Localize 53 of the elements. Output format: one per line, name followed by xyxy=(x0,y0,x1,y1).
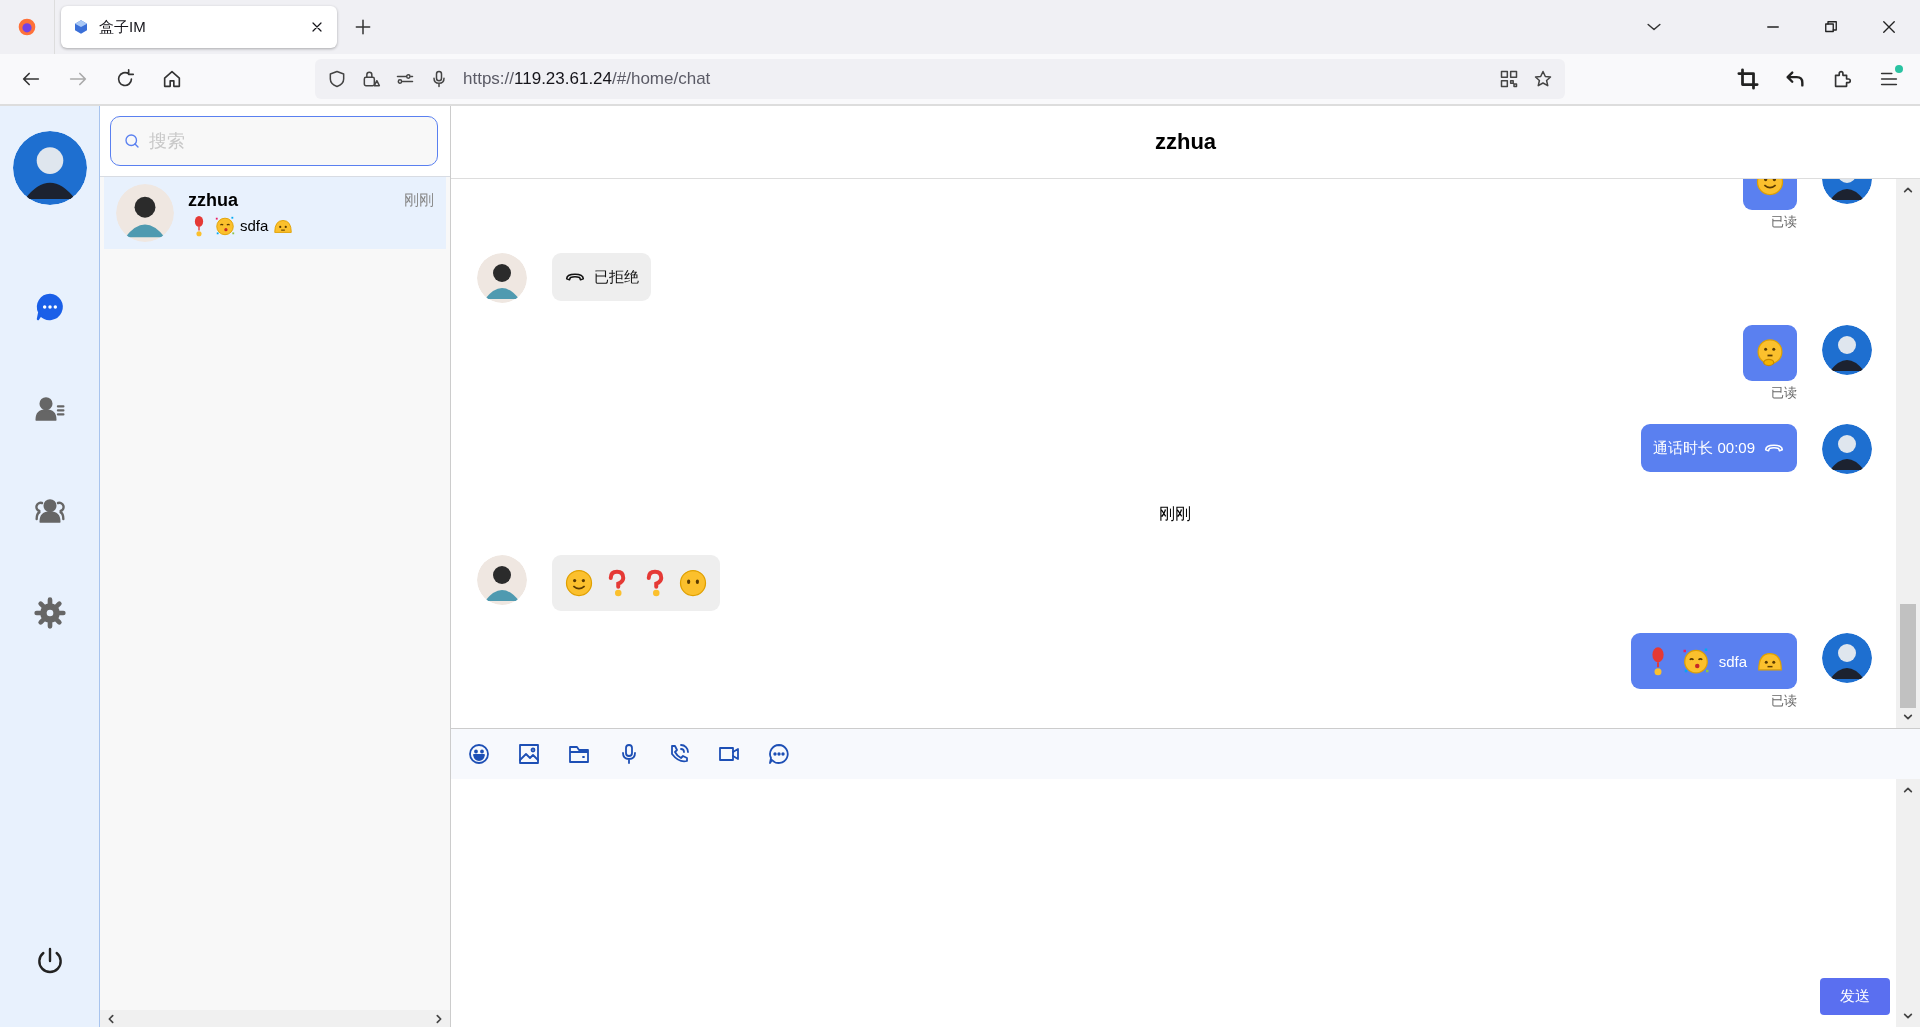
chevron-down-icon[interactable] xyxy=(1903,712,1913,722)
message-text: 已拒绝 xyxy=(594,267,639,287)
chevron-left-icon[interactable] xyxy=(106,1013,116,1024)
address-bar[interactable]: https://119.23.61.24/#/home/chat xyxy=(315,59,1565,99)
vertical-scrollbar[interactable] xyxy=(1896,179,1920,728)
close-icon[interactable] xyxy=(1880,18,1898,36)
scrollbar-thumb[interactable] xyxy=(1900,604,1916,708)
chevron-down-icon[interactable] xyxy=(1903,1011,1913,1021)
message-text: 通话时长 00:09 xyxy=(1653,438,1755,458)
browser-tab[interactable]: 盒子IM xyxy=(61,6,337,48)
smiley-icon[interactable] xyxy=(467,742,491,766)
chevron-up-icon[interactable] xyxy=(1903,785,1913,795)
avatar[interactable] xyxy=(477,253,527,303)
cube-icon xyxy=(73,19,89,35)
home-icon[interactable] xyxy=(161,68,183,90)
timestamp: 刚刚 xyxy=(1157,504,1192,524)
conversation-item[interactable]: zzhua 刚刚 sdfa xyxy=(104,177,446,249)
chevron-up-icon[interactable] xyxy=(1903,185,1913,195)
avatar[interactable] xyxy=(1822,325,1872,375)
image-icon[interactable] xyxy=(517,742,541,766)
notification-dot-icon xyxy=(1895,65,1903,73)
browser-logo-icon xyxy=(17,17,37,37)
contact-name: zzhua xyxy=(188,189,238,211)
vertical-scrollbar[interactable] xyxy=(1896,779,1920,1027)
avatar[interactable] xyxy=(477,555,527,605)
message-text: sdfa xyxy=(240,217,269,234)
bookmark-star-icon[interactable] xyxy=(1533,69,1553,89)
message-time: 刚刚 xyxy=(404,190,434,210)
url-text: https://119.23.61.24/#/home/chat xyxy=(463,69,712,89)
crop-icon[interactable] xyxy=(1737,68,1759,90)
lock-warning-icon[interactable] xyxy=(361,69,381,89)
qr-code-icon[interactable] xyxy=(1499,69,1519,89)
horizontal-scrollbar[interactable] xyxy=(100,1010,450,1027)
user-avatar[interactable] xyxy=(12,131,87,205)
chat-dots-icon[interactable] xyxy=(767,742,791,766)
read-receipt: 已读 xyxy=(1771,213,1797,231)
chat-title: zzhua xyxy=(1154,129,1217,155)
undo-arrow-icon[interactable] xyxy=(1784,68,1806,90)
avatar[interactable] xyxy=(1822,424,1872,474)
thinking-face-icon xyxy=(1755,338,1785,368)
message-text: sdfa xyxy=(1718,652,1747,670)
gear-icon[interactable] xyxy=(33,597,66,629)
party-face-icon xyxy=(214,214,236,237)
new-tab-icon[interactable] xyxy=(353,17,373,37)
chevron-right-icon[interactable] xyxy=(434,1013,444,1024)
neutral-face-icon xyxy=(678,568,708,598)
send-button[interactable]: 发送 xyxy=(1820,978,1890,1015)
contact-avatar[interactable] xyxy=(116,184,174,242)
read-receipt: 已读 xyxy=(1771,692,1797,710)
read-receipt: 已读 xyxy=(1771,384,1797,402)
avatar[interactable] xyxy=(1822,633,1872,683)
smiley-icon xyxy=(564,568,594,598)
shield-icon[interactable] xyxy=(327,69,347,89)
